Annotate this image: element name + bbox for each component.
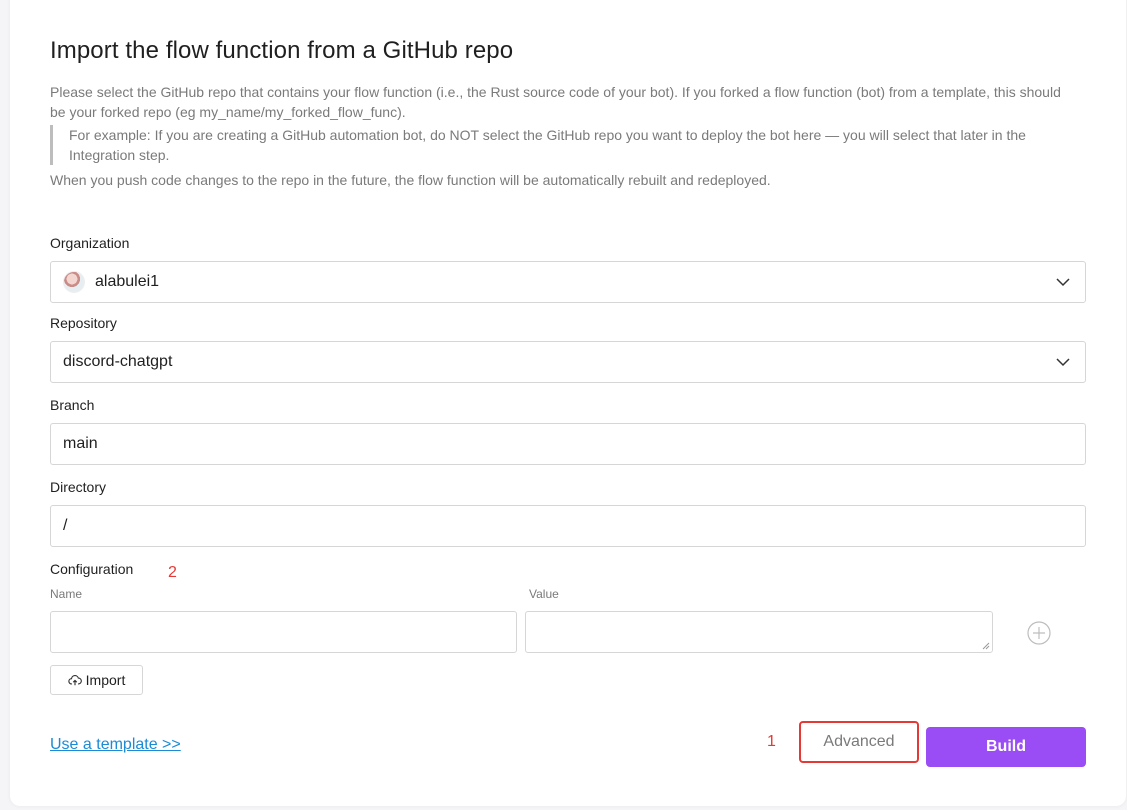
repository-label: Repository (50, 315, 117, 331)
config-name-input[interactable] (50, 611, 517, 653)
directory-input[interactable]: / (50, 505, 1086, 547)
repository-select[interactable]: discord-chatgpt (50, 341, 1086, 383)
annotation-2: 2 (168, 564, 177, 581)
config-value-label: Value (529, 587, 559, 601)
organization-value: alabulei1 (95, 273, 160, 290)
page-title: Import the flow function from a GitHub r… (50, 37, 514, 64)
use-template-link[interactable]: Use a template >> (50, 736, 181, 754)
resize-grip-icon (982, 642, 990, 650)
cloud-upload-icon (68, 675, 82, 686)
plus-circle-icon[interactable] (1027, 621, 1051, 645)
config-value-textarea[interactable] (525, 611, 993, 653)
redeploy-note: When you push code changes to the repo i… (50, 172, 771, 188)
repository-value: discord-chatgpt (63, 353, 173, 370)
example-note: For example: If you are creating a GitHu… (50, 125, 1086, 165)
chevron-down-icon (1056, 278, 1070, 287)
directory-label: Directory (50, 479, 107, 495)
import-button[interactable]: Import (50, 665, 143, 695)
annotation-1: 1 (767, 733, 776, 750)
chevron-down-icon (1056, 358, 1070, 367)
build-button[interactable]: Build (926, 727, 1086, 767)
branch-label: Branch (50, 397, 95, 413)
avatar (63, 271, 85, 293)
page-description: Please select the GitHub repo that conta… (50, 84, 1061, 120)
configuration-label: Configuration (50, 561, 134, 577)
import-label: Import (85, 672, 126, 688)
branch-value: main (63, 435, 98, 452)
organization-select[interactable]: alabulei1 (50, 261, 1086, 303)
advanced-button[interactable]: Advanced (799, 721, 919, 763)
branch-input[interactable]: main (50, 423, 1086, 465)
organization-label: Organization (50, 235, 130, 251)
directory-value: / (63, 517, 68, 534)
config-name-label: Name (50, 587, 83, 601)
